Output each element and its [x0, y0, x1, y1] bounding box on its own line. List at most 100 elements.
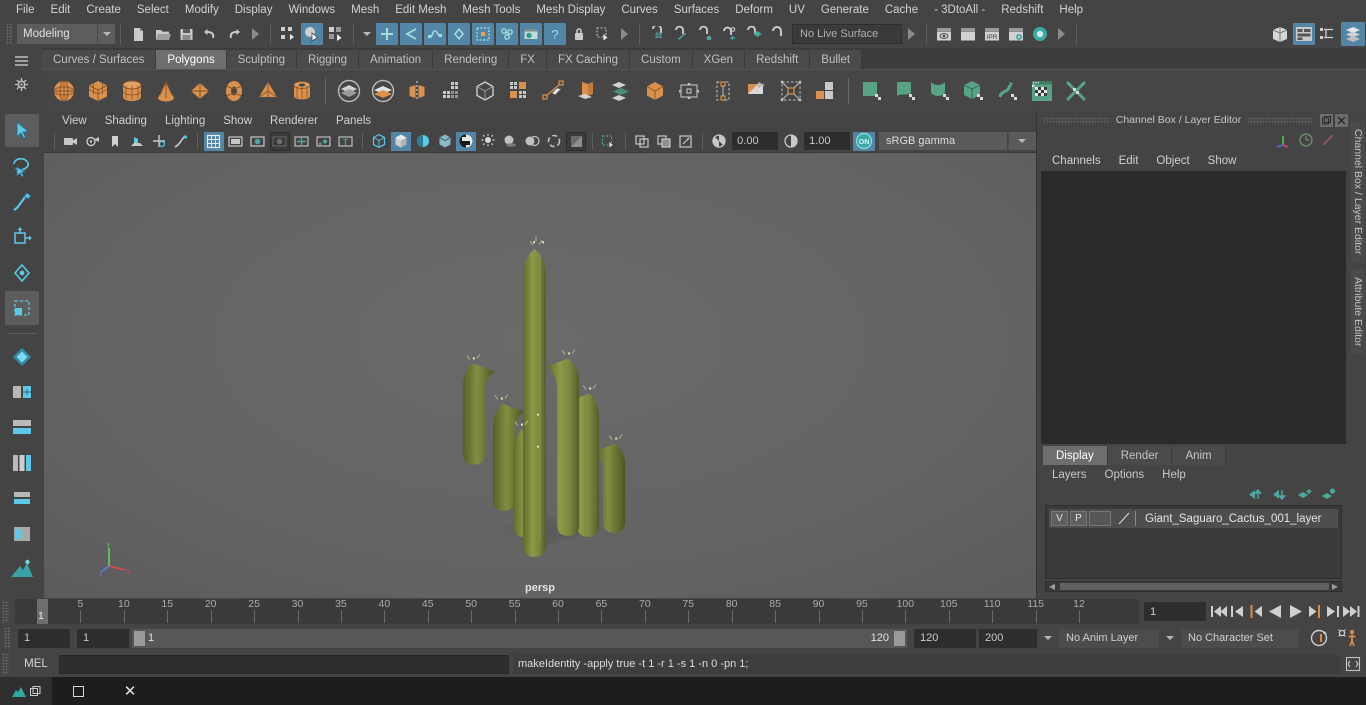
command-line-grip[interactable]: [2, 653, 9, 675]
filter-render-icon[interactable]: [520, 23, 542, 45]
resolution-gate-icon[interactable]: [248, 132, 268, 151]
field-chart-icon[interactable]: [292, 132, 312, 151]
app-icon[interactable]: [0, 677, 52, 705]
uv-editor-icon[interactable]: [856, 75, 888, 107]
poly-plane-icon[interactable]: [184, 75, 216, 107]
persp-outliner-icon[interactable]: [5, 517, 39, 550]
channel-box-icon[interactable]: [1293, 23, 1315, 45]
statusbar-expand-arrow-1[interactable]: [252, 28, 259, 40]
smooth-icon[interactable]: [367, 75, 399, 107]
character-set-icon[interactable]: [1336, 628, 1360, 648]
select-by-name-icon[interactable]: [592, 23, 614, 45]
uv-layout-icon[interactable]: [1026, 75, 1058, 107]
side-tab-attribute-editor[interactable]: Attribute Editor: [1351, 268, 1365, 354]
menu-cache[interactable]: Cache: [877, 2, 926, 18]
shelf-options-gear-icon[interactable]: [14, 77, 28, 91]
timeline-grip[interactable]: [2, 600, 9, 623]
filter-other-icon[interactable]: ?: [544, 23, 566, 45]
motion-blur-icon[interactable]: [544, 132, 564, 151]
gamma-icon[interactable]: [781, 132, 801, 151]
scroll-left-arrow[interactable]: ◀: [1046, 582, 1058, 591]
anim-layer-dropdown-arrow[interactable]: [1040, 629, 1056, 648]
grease-pencil-icon[interactable]: [171, 132, 191, 151]
combine-icon[interactable]: [435, 75, 467, 107]
range-slider-end-handle[interactable]: [894, 630, 905, 646]
xray-joints-icon[interactable]: [654, 132, 674, 151]
statusbar-expand-arrow-2[interactable]: [621, 28, 628, 40]
ipr-render-icon[interactable]: IPR: [981, 23, 1003, 45]
sculpt-icon[interactable]: [775, 75, 807, 107]
film-gate-icon[interactable]: [226, 132, 246, 151]
select-hierarchy-icon[interactable]: [277, 23, 299, 45]
target-weld-icon[interactable]: [707, 75, 739, 107]
new-scene-icon[interactable]: [127, 23, 149, 45]
tool-settings-icon[interactable]: [1341, 22, 1365, 46]
shelf-tab-redshift[interactable]: Redshift: [745, 50, 811, 69]
menu-mesh[interactable]: Mesh: [343, 2, 387, 18]
close-icon[interactable]: ✕: [104, 677, 156, 705]
xray-icon[interactable]: [632, 132, 652, 151]
viewport-menu-view[interactable]: View: [54, 114, 95, 128]
channel-box-menu-object[interactable]: Object: [1147, 154, 1198, 168]
tab-anim[interactable]: Anim: [1172, 446, 1226, 465]
bevel-icon[interactable]: [605, 75, 637, 107]
layer-visibility-toggle[interactable]: V: [1051, 511, 1068, 526]
gamma-field[interactable]: 1.00: [804, 132, 851, 150]
uv-planar-icon[interactable]: [890, 75, 922, 107]
filter-surface-icon[interactable]: [424, 23, 446, 45]
range-slider-start-handle[interactable]: [134, 630, 145, 646]
uv-automatic-icon[interactable]: [958, 75, 990, 107]
layer-playback-toggle[interactable]: P: [1070, 511, 1087, 526]
attribute-editor-icon[interactable]: [1317, 23, 1339, 45]
menu-surfaces[interactable]: Surfaces: [666, 2, 727, 18]
shelf-tab-sculpting[interactable]: Sculpting: [226, 50, 298, 69]
current-frame-field[interactable]: 1: [1144, 602, 1206, 621]
animation-start-field[interactable]: 1: [77, 628, 129, 648]
menu-edit[interactable]: Edit: [43, 2, 79, 18]
scroll-thumb[interactable]: [1060, 583, 1329, 590]
move-tool[interactable]: [5, 220, 39, 253]
range-slider[interactable]: 1 120: [132, 628, 907, 648]
animation-end-field[interactable]: 200: [979, 628, 1037, 648]
layer-shading-toggle[interactable]: [1089, 511, 1111, 526]
exposure-icon[interactable]: [709, 132, 729, 151]
layer-menu-options[interactable]: Options: [1096, 468, 1154, 482]
camera-icon[interactable]: [61, 132, 81, 151]
four-pane-icon[interactable]: [5, 482, 39, 515]
undo-icon[interactable]: [199, 23, 221, 45]
menu-display[interactable]: Display: [227, 2, 281, 18]
menu-edit-mesh[interactable]: Edit Mesh: [387, 2, 454, 18]
channel-box-menu-show[interactable]: Show: [1199, 154, 1246, 168]
snap-orient-icon[interactable]: [766, 23, 788, 45]
safe-title-icon[interactable]: T: [336, 132, 356, 151]
channel-box-list[interactable]: [1041, 171, 1346, 444]
step-forward-frame-icon[interactable]: [1307, 604, 1322, 619]
lasso-tool[interactable]: [5, 149, 39, 182]
extrude-icon[interactable]: [571, 75, 603, 107]
shelf-tab-bullet[interactable]: Bullet: [810, 50, 863, 69]
shelf-tab-xgen[interactable]: XGen: [692, 50, 746, 69]
exposure-field[interactable]: 0.00: [732, 132, 779, 150]
lock-icon[interactable]: [568, 23, 590, 45]
color-space-dropdown-arrow[interactable]: [1007, 132, 1036, 150]
filter-poly-icon[interactable]: [448, 23, 470, 45]
boolean-icon[interactable]: [333, 75, 365, 107]
multisample-icon[interactable]: [566, 131, 587, 151]
wireframe-icon[interactable]: [369, 132, 389, 151]
shelf-tab-rendering[interactable]: Rendering: [433, 50, 510, 69]
filter-deform-icon[interactable]: [472, 23, 494, 45]
select-tool[interactable]: [5, 114, 39, 148]
play-backwards-icon[interactable]: [1267, 604, 1284, 619]
render-view-icon[interactable]: [933, 23, 955, 45]
maximize-icon[interactable]: [52, 677, 104, 705]
statusbar-expand-arrow-4[interactable]: [1058, 28, 1065, 40]
layer-list-scrollbar[interactable]: ◀ ▶: [1045, 581, 1342, 592]
layer-menu-layers[interactable]: Layers: [1043, 468, 1096, 482]
texture-checker-icon[interactable]: [456, 131, 477, 151]
shelf-menu-icon[interactable]: [14, 54, 28, 68]
hypershade-icon[interactable]: [1029, 23, 1051, 45]
layer-menu-help[interactable]: Help: [1153, 468, 1195, 482]
two-pane-icon[interactable]: [5, 411, 39, 444]
shelf-tab-curves-surfaces[interactable]: Curves / Surfaces: [42, 50, 157, 69]
viewport-menu-panels[interactable]: Panels: [328, 114, 379, 128]
